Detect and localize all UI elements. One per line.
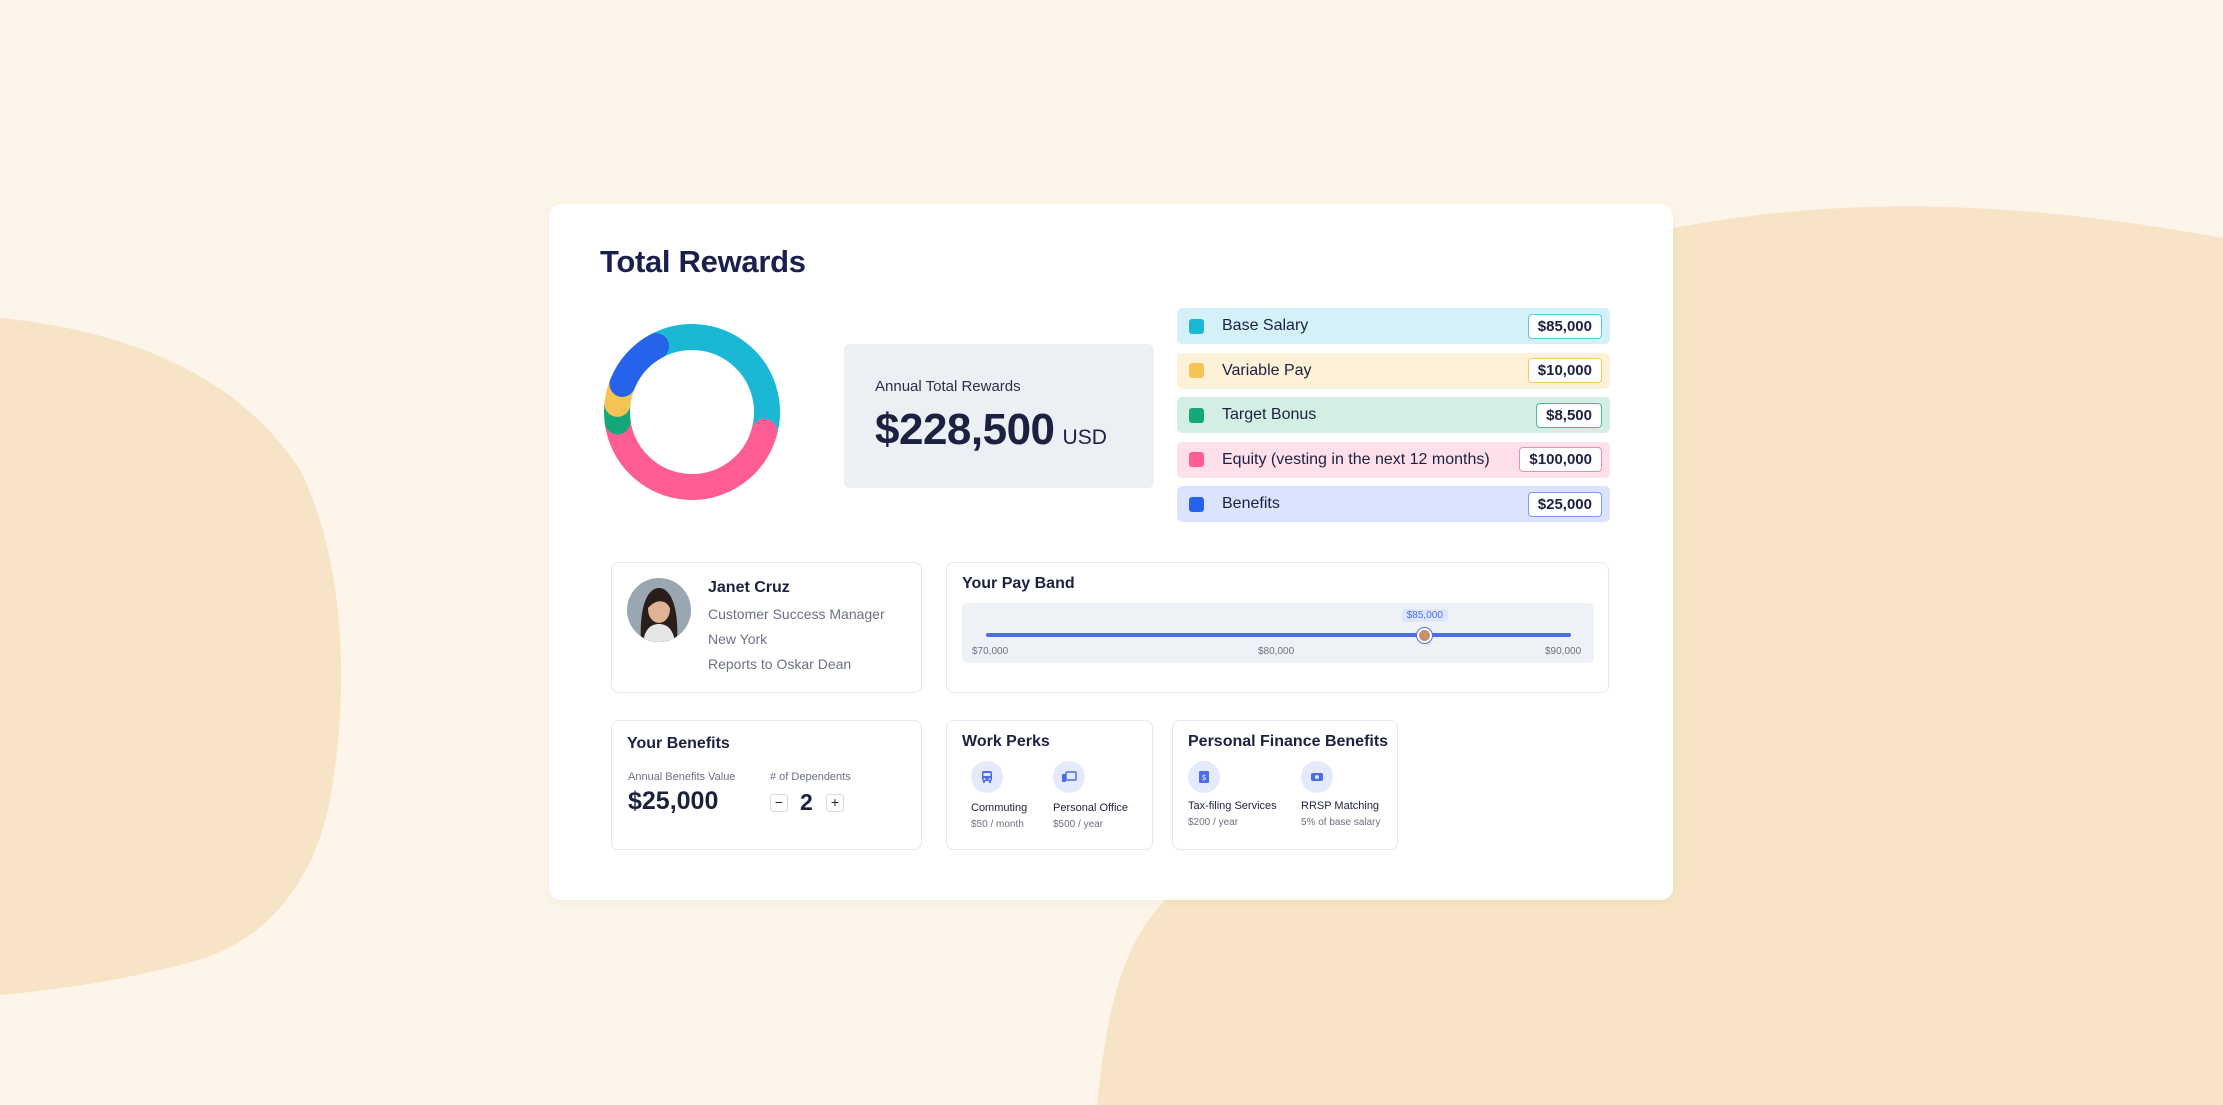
swatch-benefits [1189,496,1204,512]
benefits-title: Your Benefits [627,735,730,752]
donut-slice-benefits [609,333,670,397]
legend-value: $85,000 [1527,313,1602,339]
legend-row-benefits: Benefits $25,000 [1177,486,1610,522]
piggy-bank-icon [1301,761,1333,793]
pay-band-track [986,633,1571,637]
pay-band-mid: $80,000 [1258,646,1295,657]
legend-label: Equity (vesting in the next 12 months) [1222,450,1490,468]
legend-value: $8,500 [1536,402,1602,428]
page-title: Total Rewards [600,244,806,279]
rewards-legend: Base Salary $85,000 Variable Pay $10,000… [1177,308,1610,531]
devices-icon [1053,761,1085,793]
legend-value: $100,000 [1519,447,1602,472]
annual-total-box: Annual Total Rewards $228,500 USD [844,344,1154,488]
perk-name: Commuting [971,802,1028,814]
legend-label: Benefits [1222,495,1280,512]
pay-band-card: Your Pay Band $85,000 $70,000 $80,000 $9… [946,562,1609,693]
donut-slice-equity [604,408,778,500]
donut-slice-base-salary [643,324,780,445]
perk-amount: $50 / month [971,819,1024,830]
legend-row-equity: Equity (vesting in the next 12 months) $… [1177,441,1610,478]
personal-finance-title: Personal Finance Benefits [1188,733,1389,750]
profile-card: Janet Cruz Customer Success Manager New … [611,562,922,693]
pay-band-current-tag: $85,000 [1401,609,1448,622]
work-perks-card: Work Perks Commuting $50 / month Persona… [946,720,1153,850]
profile-name: Janet Cruz [708,579,790,596]
dependents-label: # of Dependents [770,771,851,783]
finance-benefit-name: Tax-filing Services [1188,800,1277,812]
swatch-target-bonus [1189,407,1204,423]
benefits-card: Your Benefits Annual Benefits Value $25,… [611,720,922,850]
legend-label: Base Salary [1222,317,1309,334]
annual-total-label: Annual Total Rewards [875,378,1021,395]
swatch-base-salary [1189,318,1204,334]
finance-benefit-name: RRSP Matching [1301,800,1380,812]
personal-finance-card: Personal Finance Benefits $ Tax-filing S… [1172,720,1398,850]
dependents-value: 2 [800,789,813,815]
avatar-portrait-icon [627,578,691,642]
total-rewards-card: Total Rewards Annual Total Rewards $228,… [549,204,1673,900]
pay-band-min: $70,000 [972,646,1009,657]
decrement-dependents-button[interactable]: − [770,794,788,812]
annual-total-currency: USD [1062,426,1107,449]
legend-label: Target Bonus [1222,406,1317,423]
legend-value: $10,000 [1527,358,1602,383]
swatch-variable-pay [1189,363,1204,378]
legend-label: Variable Pay [1222,361,1312,379]
avatar [627,578,691,642]
pay-band-marker [1417,628,1433,643]
legend-row-target-bonus: Target Bonus $8,500 [1177,397,1610,433]
work-perks-title: Work Perks [962,733,1050,750]
rewards-donut-chart [604,324,780,500]
annual-benefits-value: $25,000 [628,787,719,815]
bus-icon [971,761,1003,793]
legend-value: $25,000 [1527,491,1602,517]
pay-band-range: $85,000 $70,000 $80,000 $90,000 [962,603,1594,663]
finance-benefit-amount: 5% of base salary [1301,817,1381,828]
annual-benefits-label: Annual Benefits Value [628,771,736,783]
legend-row-base-salary: Base Salary $85,000 [1177,308,1610,344]
profile-reports-to: Reports to Oskar Dean [708,656,852,672]
perk-name: Personal Office [1053,802,1129,814]
pay-band-title: Your Pay Band [962,575,1075,592]
annual-total-amount: $228,500 [875,405,1055,454]
pay-band-max: $90,000 [1545,646,1582,657]
swatch-equity [1189,452,1204,467]
receipt-icon: $ [1188,761,1220,793]
perk-amount: $500 / year [1053,819,1104,830]
profile-role: Customer Success Manager [708,606,885,622]
legend-row-variable-pay: Variable Pay $10,000 [1177,352,1610,389]
svg-text:$: $ [1201,773,1206,782]
finance-benefit-amount: $200 / year [1188,817,1239,828]
profile-location: New York [708,631,768,647]
increment-dependents-button[interactable]: + [826,794,844,812]
